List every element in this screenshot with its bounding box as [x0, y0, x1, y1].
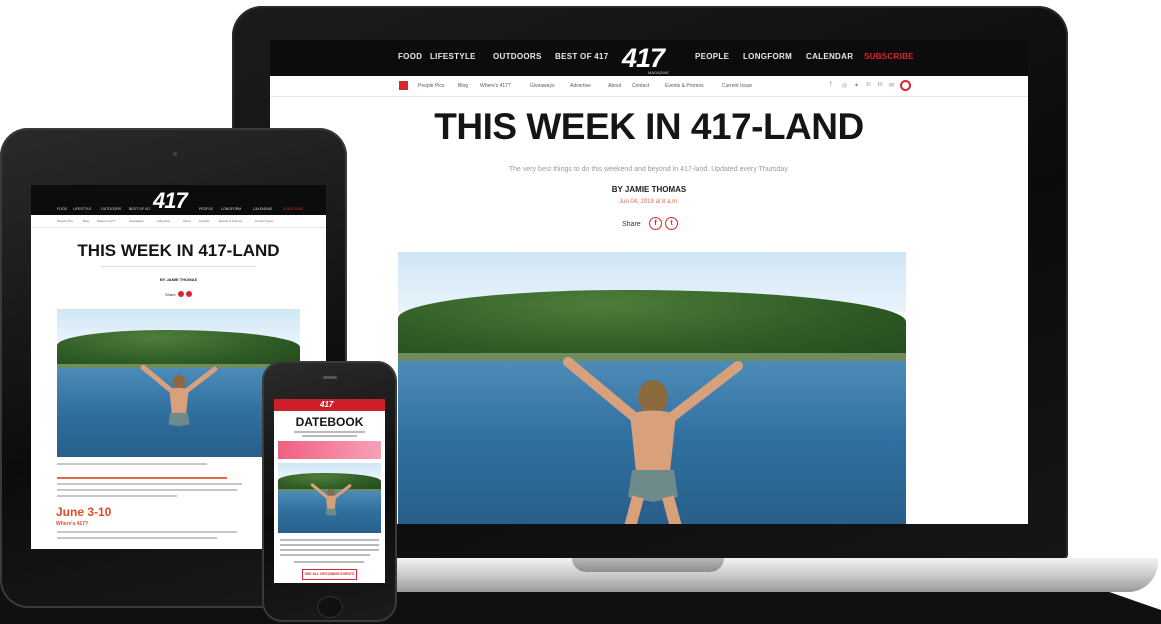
phone-speaker	[323, 376, 337, 379]
facebook-icon[interactable]: f	[830, 82, 832, 88]
boy-jumping-figure	[563, 357, 743, 524]
tablet-divider	[101, 266, 256, 267]
logo-subtitle: MAGAZINE	[648, 70, 669, 75]
tablet-subnav-advertise[interactable]: Advertise	[157, 219, 170, 223]
phone-home-button[interactable]	[317, 596, 343, 618]
tablet-intro-text	[57, 483, 242, 485]
tablet-intro-link[interactable]	[57, 477, 227, 479]
phone-body-text	[280, 539, 379, 541]
tablet-top-navigation: 417 FOOD LIFESTYLE OUTDOORS BEST OF 417 …	[31, 185, 326, 215]
phone-subtitle-line	[294, 431, 365, 433]
tablet-camera	[173, 152, 177, 156]
tablet-intro-text	[57, 489, 237, 491]
subnav-contact[interactable]: Contact	[632, 83, 649, 89]
tablet-date-heading: June 3-10	[56, 505, 112, 519]
tablet-nav-calendar[interactable]: CALENDAR	[253, 207, 272, 211]
tablet-nav-outdoors[interactable]: OUTDOORS	[101, 207, 121, 211]
tablet-body-text	[57, 531, 237, 533]
tablet-boy-jumping-figure	[140, 364, 218, 427]
publish-date: Jun 04, 2019 at 8 a.m.	[619, 199, 679, 205]
tablet-nav-lifestyle[interactable]: LIFESTYLE	[73, 207, 91, 211]
tablet-subnav-blog[interactable]: Blog	[83, 219, 89, 223]
nav-people[interactable]: PEOPLE	[695, 52, 729, 64]
phone-ad-banner[interactable]	[278, 441, 381, 459]
tablet-intro-text	[57, 495, 177, 497]
subnav-wheres-417[interactable]: Where's 417?	[480, 83, 511, 89]
phone-screen: 417 DATEBOOK SEE ALL UPCOMING EVENTS	[274, 399, 385, 583]
phone-cta-button[interactable]: SEE ALL UPCOMING EVENTS	[302, 569, 357, 580]
tablet-subnav-people-pics[interactable]: People Pics	[57, 219, 73, 223]
share-twitter-icon[interactable]: t	[665, 217, 678, 230]
subnav-about[interactable]: About	[608, 83, 621, 89]
subnav-people-pics[interactable]: People Pics	[418, 83, 444, 89]
instagram-icon[interactable]: ◎	[842, 82, 847, 89]
phone-body-text	[280, 549, 379, 551]
phone-boy-jumping-figure	[310, 483, 352, 516]
tablet-nav-best-of-417[interactable]: BEST OF 417	[129, 207, 151, 211]
subnav-events[interactable]: Events & Promos	[665, 83, 704, 89]
phone-hero-image	[278, 463, 381, 533]
page-description: The very best things to do this weekend …	[508, 166, 790, 173]
hero-image	[398, 252, 906, 524]
tablet-share-twitter-icon[interactable]	[186, 291, 192, 297]
tablet-subnav-current-issue[interactable]: Current Issue	[255, 219, 273, 223]
tablet-subnav-contact[interactable]: Contact	[199, 219, 209, 223]
tablet-nav-longform[interactable]: LONGFORM	[221, 207, 241, 211]
phone-header: 417	[274, 399, 385, 411]
search-icon[interactable]	[900, 80, 911, 91]
tablet-subnav-about[interactable]: About	[183, 219, 191, 223]
tablet-sub-heading[interactable]: Where's 417?	[56, 521, 88, 527]
nav-food[interactable]: FOOD	[398, 52, 422, 64]
phone-body-text	[294, 561, 364, 563]
phone-page-title: DATEBOOK	[295, 415, 364, 429]
tablet-sub-navigation: People Pics Blog Where's 417? Giveaways …	[31, 215, 326, 228]
pinterest-icon[interactable]: ℗	[866, 82, 870, 88]
tablet-photo-caption	[57, 463, 207, 465]
nav-calendar[interactable]: CALENDAR	[806, 52, 853, 64]
nav-subscribe[interactable]: SUBSCRIBE	[864, 52, 914, 64]
subnav-blog[interactable]: Blog	[458, 83, 468, 89]
sub-navigation: People Pics Blog Where's 417? Giveaways …	[270, 76, 1028, 97]
tablet-body-text	[57, 537, 217, 539]
tablet-logo[interactable]: 417	[153, 188, 188, 214]
subnav-advertise[interactable]: Advertise	[570, 83, 591, 89]
tablet-subnav-wheres-417[interactable]: Where's 417?	[97, 219, 115, 223]
page-title: THIS WEEK IN 417-LAND	[434, 106, 864, 147]
tablet-nav-people[interactable]: PEOPLE	[199, 207, 213, 211]
tablet-nav-food[interactable]: FOOD	[57, 207, 67, 211]
phone-logo[interactable]: 417	[320, 400, 333, 409]
tablet-share-label: Share	[165, 292, 176, 297]
tablet-author-byline[interactable]: BY JAMIE THOMAS	[31, 277, 326, 282]
phone-subtitle-line	[302, 435, 357, 437]
tablet-share-facebook-icon[interactable]	[178, 291, 184, 297]
nav-longform[interactable]: LONGFORM	[743, 52, 792, 64]
menu-icon[interactable]	[399, 81, 408, 90]
share-label: Share	[622, 221, 641, 228]
laptop-hinge-notch	[572, 558, 724, 572]
subnav-current-issue[interactable]: Current Issue	[722, 83, 752, 89]
tablet-subnav-events[interactable]: Events & Promos	[219, 219, 242, 223]
nav-best-of-417[interactable]: BEST OF 417	[555, 52, 609, 64]
phone-body-text	[280, 544, 379, 546]
top-navigation: FOOD LIFESTYLE OUTDOORS BEST OF 417 417 …	[270, 40, 1028, 76]
linkedin-icon[interactable]: in	[878, 82, 883, 88]
nav-lifestyle[interactable]: LIFESTYLE	[430, 52, 476, 64]
share-facebook-icon[interactable]: f	[649, 217, 662, 230]
tablet-nav-subscribe[interactable]: SUBSCRIBE	[283, 207, 303, 211]
subnav-giveaways[interactable]: Giveaways	[530, 83, 554, 89]
author-byline[interactable]: BY JAMIE THOMAS	[270, 185, 1028, 194]
phone-body-text	[280, 554, 370, 556]
nav-outdoors[interactable]: OUTDOORS	[493, 52, 542, 64]
tablet-subnav-giveaways[interactable]: Giveaways	[129, 219, 144, 223]
twitter-icon[interactable]: ✦	[854, 82, 859, 89]
email-icon[interactable]: ✉	[889, 82, 894, 89]
tablet-page-title: THIS WEEK IN 417-LAND	[77, 241, 280, 260]
